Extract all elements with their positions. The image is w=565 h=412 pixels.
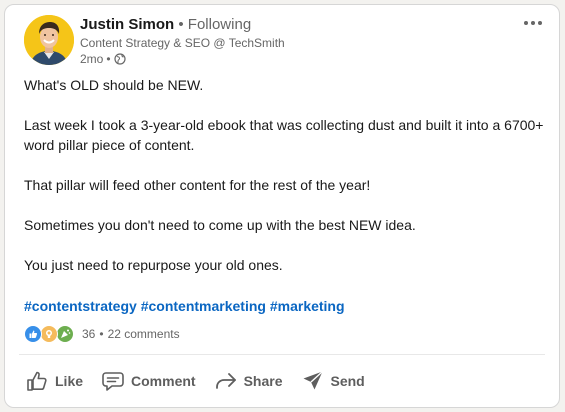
post-meta: 2mo • <box>80 51 285 67</box>
hashtag-link[interactable]: #marketing <box>270 298 345 314</box>
avatar[interactable] <box>24 15 74 65</box>
author-name[interactable]: Justin Simon <box>80 16 174 33</box>
post-header: Justin Simon • Following Content Strateg… <box>80 15 285 67</box>
comment-label: Comment <box>131 373 196 389</box>
time-separator: • <box>106 52 111 66</box>
share-arrow-icon <box>214 369 238 393</box>
post-paragraph: That pillar will feed other content for … <box>24 177 371 193</box>
post-paragraph: Last week I took a 3-year-old ebook that… <box>24 117 544 153</box>
author-headline: Content Strategy & SEO @ TechSmith <box>80 36 285 50</box>
post-paragraph: Sometimes you don't need to come up with… <box>24 217 416 233</box>
send-label: Send <box>330 373 365 389</box>
send-button[interactable]: Send <box>297 363 369 399</box>
post-card: Justin Simon • Following Content Strateg… <box>4 4 560 408</box>
hashtag-link[interactable]: #contentmarketing <box>141 298 266 314</box>
celebrate-reaction-icon <box>56 325 74 343</box>
globe-icon <box>113 53 126 65</box>
post-paragraph: What's OLD should be NEW. <box>24 77 204 93</box>
share-button[interactable]: Share <box>210 363 287 399</box>
name-separator: • <box>178 16 184 33</box>
post-time: 2mo <box>80 52 104 66</box>
reaction-count[interactable]: 36 <box>82 327 95 341</box>
action-bar: Like Comment Share Send <box>21 363 379 399</box>
thumbs-up-icon <box>25 369 49 393</box>
send-icon <box>301 369 325 393</box>
like-reaction-icon <box>24 325 42 343</box>
post-body: What's OLD should be NEW. Last week I to… <box>24 75 544 295</box>
avatar-photo <box>24 15 74 65</box>
hashtag-list: #contentstrategy #contentmarketing #mark… <box>24 296 345 316</box>
like-button[interactable]: Like <box>21 363 87 399</box>
author-line: Justin Simon • Following <box>80 15 285 35</box>
hashtag-link[interactable]: #contentstrategy <box>24 298 137 314</box>
social-counts: 36 • 22 comments <box>24 325 180 343</box>
comment-icon <box>101 369 125 393</box>
like-label: Like <box>55 373 84 389</box>
comment-button[interactable]: Comment <box>97 363 200 399</box>
share-label: Share <box>243 373 283 389</box>
more-options-icon[interactable] <box>521 15 545 31</box>
divider <box>19 354 545 355</box>
post-paragraph: You just need to repurpose your old ones… <box>24 257 283 273</box>
comments-count[interactable]: 22 comments <box>108 327 180 341</box>
reaction-icons[interactable] <box>24 325 74 343</box>
insightful-reaction-icon <box>40 325 58 343</box>
follow-status: Following <box>187 16 252 33</box>
social-separator: • <box>99 327 104 341</box>
